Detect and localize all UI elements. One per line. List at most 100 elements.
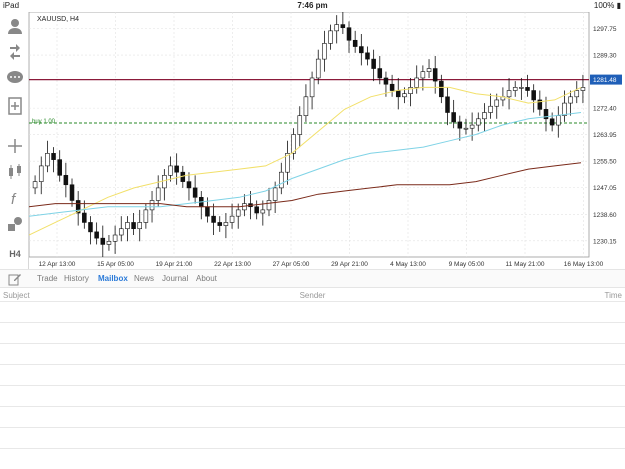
time-axis: 12 Apr 13:00 15 Apr 05:00 19 Apr 21:00 22 A… — [39, 261, 604, 268]
mailbox-row-divider — [0, 406, 625, 407]
candle — [118, 216, 124, 242]
candle — [131, 213, 136, 236]
indicators-icon[interactable]: f — [5, 188, 25, 208]
order-label: buy 1.00 — [32, 119, 56, 125]
tab-mailbox[interactable]: Mailbox — [98, 274, 128, 283]
candle — [537, 90, 543, 116]
candle — [217, 216, 223, 232]
candle — [512, 81, 518, 97]
candle — [389, 74, 395, 97]
candle — [168, 156, 173, 182]
mailbox-row-divider — [0, 364, 625, 365]
candle — [556, 106, 561, 138]
chat-icon[interactable] — [5, 68, 25, 88]
chart-toolbar: f H4 — [0, 12, 29, 270]
candle — [531, 84, 536, 113]
candle — [334, 15, 339, 44]
candle — [174, 153, 179, 185]
price-tick-label: 1255.50 — [593, 159, 617, 166]
candle — [291, 128, 296, 160]
candle — [94, 222, 99, 245]
candles-icon[interactable] — [5, 162, 25, 182]
chart-symbol-label: XAUUSD, H4 — [37, 16, 79, 23]
candle — [112, 225, 118, 254]
price-tick-label: 1247.05 — [593, 185, 617, 192]
candle — [199, 191, 204, 220]
candle — [445, 87, 450, 126]
battery-indicator: 100% ▮ — [593, 1, 621, 10]
candle — [57, 150, 62, 182]
time-tick-label: 12 Apr 13:00 — [39, 261, 76, 268]
mailbox-row-divider — [0, 448, 625, 449]
candle — [254, 200, 259, 220]
candle — [365, 46, 370, 66]
candle — [482, 103, 487, 132]
candle — [266, 187, 272, 217]
candle — [408, 77, 413, 107]
price-tick-label: 1238.60 — [593, 212, 617, 219]
account-icon[interactable] — [5, 16, 25, 36]
status-bar: iPad 7:46 pm 100% ▮ — [0, 0, 625, 12]
candle — [568, 90, 573, 116]
candle — [32, 175, 38, 195]
compose-icon[interactable] — [8, 272, 22, 286]
price-chart[interactable]: XAUUSD, H4 buy 1.00 1297.75 1289.30 1281.4… — [28, 11, 625, 270]
candle — [143, 203, 149, 229]
timeframe-label[interactable]: H4 — [5, 244, 25, 264]
candle — [457, 115, 463, 141]
candle — [125, 216, 130, 242]
candle — [371, 49, 376, 82]
candle — [297, 106, 303, 148]
objects-icon[interactable] — [5, 214, 25, 234]
candle — [494, 93, 500, 119]
time-tick-label: 29 Apr 21:00 — [331, 261, 368, 268]
tab-journal[interactable]: Journal — [162, 274, 188, 283]
candle — [322, 30, 327, 72]
candle — [192, 175, 198, 204]
column-time[interactable]: Time — [605, 291, 622, 300]
candle — [414, 65, 419, 94]
candle — [506, 77, 512, 110]
tab-news[interactable]: News — [134, 274, 154, 283]
candle — [525, 74, 530, 97]
tab-history[interactable]: History — [64, 274, 89, 283]
candle — [235, 203, 241, 229]
candle — [303, 84, 309, 122]
mailbox-header: Subject Sender Time — [0, 289, 625, 301]
candle — [426, 59, 432, 78]
tab-about[interactable]: About — [196, 274, 217, 283]
candle — [223, 213, 229, 239]
tab-trade[interactable]: Trade — [37, 274, 58, 283]
time-tick-label: 15 Apr 05:00 — [97, 261, 134, 268]
candle — [574, 81, 580, 104]
price-tick-label: 1297.75 — [593, 26, 617, 33]
candle — [137, 209, 142, 242]
candle — [519, 77, 524, 100]
price-tick-label: 1230.15 — [593, 238, 617, 245]
candle — [45, 140, 50, 173]
candle — [106, 235, 112, 251]
time-tick-label: 16 May 13:00 — [564, 261, 604, 268]
candle — [463, 118, 469, 135]
candle — [279, 162, 284, 195]
battery-percent: 100% — [593, 1, 615, 10]
candle — [395, 77, 401, 110]
candle — [488, 93, 493, 119]
ma-line-cyan — [28, 112, 582, 217]
crosshair-icon[interactable] — [5, 136, 25, 156]
column-sender[interactable]: Sender — [0, 291, 625, 300]
candle — [82, 200, 87, 229]
trade-arrows-icon[interactable] — [5, 42, 25, 62]
bottom-tabs-bar: Trade History Mailbox News Journal About — [0, 269, 625, 288]
candle — [242, 194, 247, 217]
candle — [432, 55, 438, 94]
candle — [352, 30, 358, 53]
candle — [229, 203, 235, 229]
mailbox-row-divider — [0, 343, 625, 344]
candle — [476, 112, 481, 132]
time-tick-label: 9 May 05:00 — [449, 261, 485, 268]
candle — [63, 162, 69, 198]
new-document-icon[interactable] — [5, 96, 25, 116]
candle — [75, 191, 81, 226]
time-tick-label: 27 Apr 05:00 — [273, 261, 310, 268]
